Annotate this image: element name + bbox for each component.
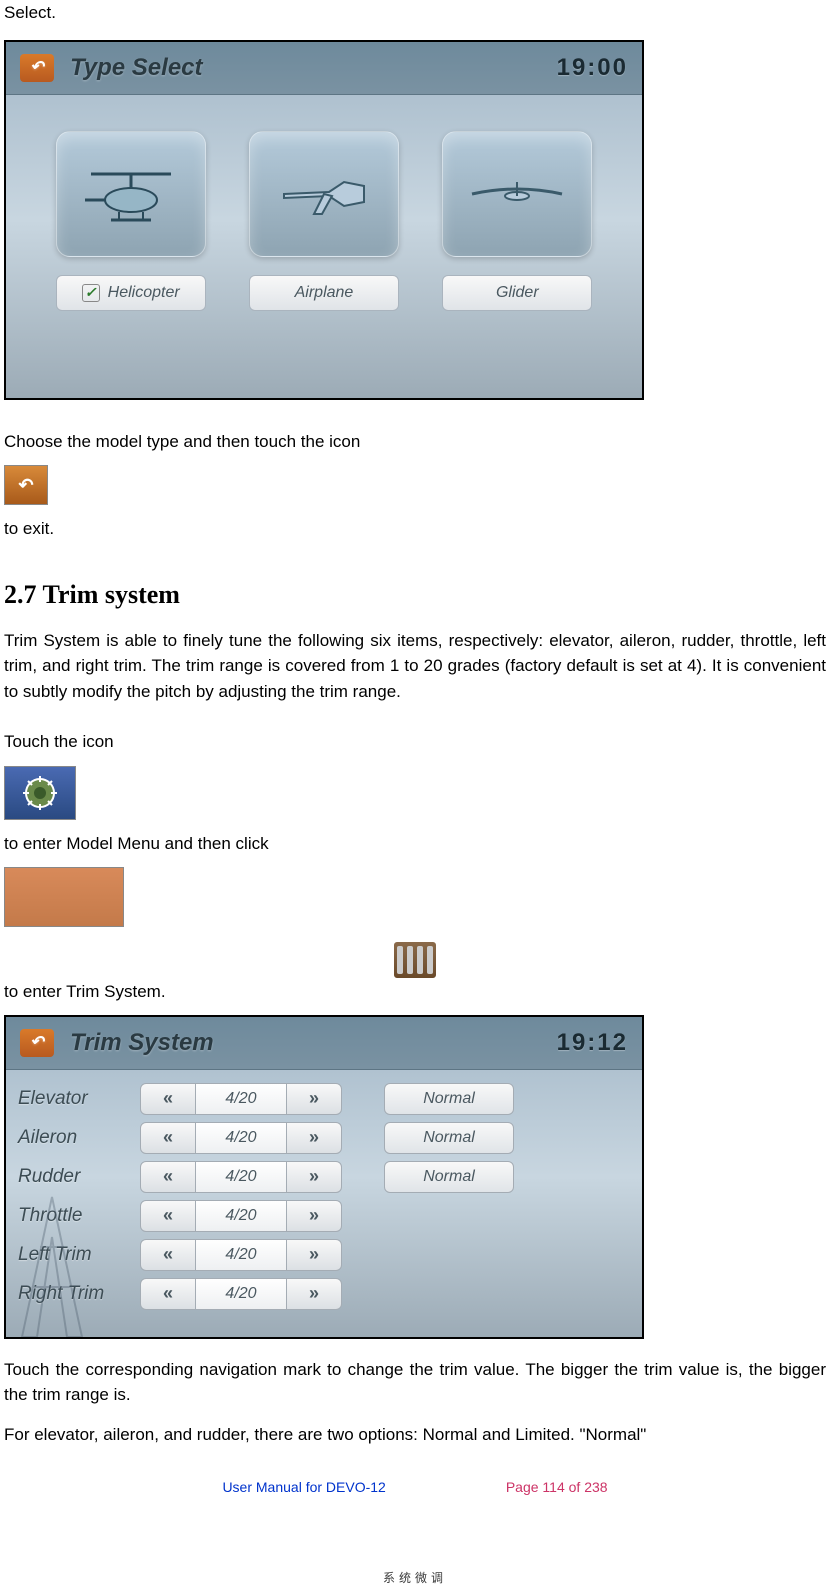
sliders-icon [393, 941, 437, 979]
trim-value: 4/20 [196, 1161, 286, 1193]
glider-option[interactable]: Glider [442, 275, 592, 311]
footer-page-number: Page 114 of 238 [506, 1477, 608, 1498]
clock: 19:12 [557, 1025, 628, 1061]
mode-button-rudder[interactable]: Normal [384, 1161, 514, 1193]
trim-row: Throttle «4/20» [18, 1200, 628, 1232]
increase-button[interactable]: » [286, 1278, 342, 1310]
trim-system-icon [4, 867, 124, 927]
back-icon[interactable]: ↶ [20, 1029, 54, 1057]
trim-row-label: Throttle [18, 1202, 128, 1231]
mode-button-aileron[interactable]: Normal [384, 1122, 514, 1154]
trim-row-label: Aileron [18, 1124, 128, 1153]
trim-stepper-throttle: «4/20» [140, 1200, 342, 1232]
trim-value: 4/20 [196, 1278, 286, 1310]
type-select-screenshot: ↶ Type Select 19:00 ✓ Helicopter Airplane… [4, 40, 644, 400]
trim-row: Aileron «4/20» Normal [18, 1122, 628, 1154]
option-label: Helicopter [108, 281, 180, 305]
gear-icon [19, 772, 61, 814]
option-label: Glider [496, 281, 539, 305]
trim-options-paragraph: For elevator, aileron, and rudder, there… [4, 1422, 826, 1448]
back-icon[interactable]: ↶ [20, 54, 54, 82]
decrease-button[interactable]: « [140, 1122, 196, 1154]
decrease-button[interactable]: « [140, 1200, 196, 1232]
increase-button[interactable]: » [286, 1161, 342, 1193]
choose-type-paragraph: Choose the model type and then touch the… [4, 418, 826, 553]
intro-line: Select. [4, 0, 826, 26]
screen-title: Trim System [70, 1025, 214, 1061]
trim-row-label: Elevator [18, 1085, 128, 1114]
helicopter-tile[interactable] [56, 131, 206, 257]
trim-stepper-left-trim: «4/20» [140, 1239, 342, 1271]
trim-row: Elevator «4/20» Normal [18, 1083, 628, 1115]
trim-row: Rudder «4/20» Normal [18, 1161, 628, 1193]
airplane-option[interactable]: Airplane [249, 275, 399, 311]
screen-top-bar: ↶ Type Select 19:00 [6, 42, 642, 95]
trim-stepper-elevator: «4/20» [140, 1083, 342, 1115]
helicopter-icon [81, 154, 181, 234]
section-heading: 2.7 Trim system [4, 575, 826, 614]
trim-row: Left Trim «4/20» [18, 1239, 628, 1271]
option-label: Airplane [295, 281, 354, 305]
exit-icon: ↶ [4, 465, 48, 505]
trim-row-label: Left Trim [18, 1241, 128, 1270]
clock: 19:00 [557, 50, 628, 86]
increase-button[interactable]: » [286, 1239, 342, 1271]
trim-value: 4/20 [196, 1239, 286, 1271]
airplane-icon [274, 154, 374, 234]
increase-button[interactable]: » [286, 1200, 342, 1232]
mode-button-elevator[interactable]: Normal [384, 1083, 514, 1115]
trim-value: 4/20 [196, 1200, 286, 1232]
trim-icon-label: 系统微调 [0, 1569, 830, 1587]
trim-row-label: Right Trim [18, 1280, 128, 1309]
airplane-tile[interactable] [249, 131, 399, 257]
helicopter-option[interactable]: ✓ Helicopter [56, 275, 206, 311]
decrease-button[interactable]: « [140, 1083, 196, 1115]
screen-title: Type Select [70, 50, 203, 86]
trim-stepper-right-trim: «4/20» [140, 1278, 342, 1310]
trim-nav-paragraph: Touch the corresponding navigation mark … [4, 1357, 826, 1408]
model-menu-icon [4, 766, 76, 820]
trim-row-label: Rudder [18, 1163, 128, 1192]
glider-tile[interactable] [442, 131, 592, 257]
trim-stepper-rudder: «4/20» [140, 1161, 342, 1193]
checkmark-icon: ✓ [82, 284, 100, 302]
trim-stepper-aileron: «4/20» [140, 1122, 342, 1154]
page-footer: User Manual for DEVO-12 Page 114 of 238 [4, 1477, 826, 1498]
decrease-button[interactable]: « [140, 1161, 196, 1193]
footer-manual-title: User Manual for DEVO-12 [222, 1477, 385, 1498]
increase-button[interactable]: » [286, 1122, 342, 1154]
trim-value: 4/20 [196, 1083, 286, 1115]
trim-row: Right Trim «4/20» [18, 1278, 628, 1310]
decrease-button[interactable]: « [140, 1278, 196, 1310]
decrease-button[interactable]: « [140, 1239, 196, 1271]
trim-value: 4/20 [196, 1122, 286, 1154]
increase-button[interactable]: » [286, 1083, 342, 1115]
glider-icon [467, 154, 567, 234]
trim-intro-paragraph: Trim System is able to finely tune the f… [4, 628, 826, 705]
trim-system-screenshot: ↶ Trim System 19:12 Elevator«4/20»Normal… [4, 1015, 644, 1339]
screen-top-bar: ↶ Trim System 19:12 [6, 1017, 642, 1070]
trim-entry-paragraph: Touch the icon to enter Model Menu and t… [4, 718, 826, 927]
